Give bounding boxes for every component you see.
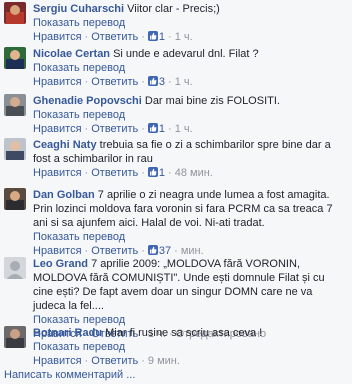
comment-author[interactable]: Dan Golban <box>33 189 95 201</box>
comment: Dan Golban 7 aprilie o zi neagra unde lu… <box>0 188 352 257</box>
comment-actions: Нравится · Ответить · 1 · 1 ч. <box>33 31 193 43</box>
comment-actions: Нравится · Ответить · 9 мин. <box>33 355 180 367</box>
avatar-image <box>4 326 26 348</box>
avatar[interactable] <box>4 2 26 24</box>
avatar[interactable] <box>4 257 26 279</box>
thumbs-up-icon <box>147 245 158 255</box>
reply-button[interactable]: Ответить <box>91 31 138 43</box>
avatar-image <box>4 2 26 24</box>
likes-count[interactable]: 1 <box>159 31 165 43</box>
avatar-image <box>4 257 26 279</box>
show-translation-link[interactable]: Показать перевод <box>33 108 346 122</box>
reply-button[interactable]: Ответить <box>91 123 138 135</box>
comment-author[interactable]: Botnari Radu <box>33 327 102 339</box>
comment: Nicolae Certan Si unde e adevarul dnl. F… <box>0 47 352 89</box>
reply-button[interactable]: Ответить <box>91 245 138 257</box>
reply-button[interactable]: Ответить <box>91 167 138 179</box>
like-button[interactable]: Нравится <box>33 31 82 43</box>
thumbs-up-icon <box>147 167 158 177</box>
avatar[interactable] <box>4 138 26 160</box>
comment-actions: Нравится · Ответить · 1 · 48 мин. <box>33 167 213 179</box>
comment-body: Dan Golban 7 aprilie o zi neagra unde lu… <box>33 188 346 258</box>
avatar-image <box>4 138 26 160</box>
comment-text: Miar fi rusine sa scriu asa ceva ! <box>105 327 263 339</box>
thumbs-up-icon <box>147 31 158 41</box>
avatar-image <box>4 94 26 116</box>
comment-body: Ceaghi Naty trebuia sa fie o zi a schimb… <box>33 138 346 180</box>
comment-author[interactable]: Nicolae Certan <box>33 48 110 60</box>
comment-body: Sergiu Cuharschi Viitor clar - Precis;) … <box>33 2 346 44</box>
comment: Ceaghi Naty trebuia sa fie o zi a schimb… <box>0 138 352 182</box>
comment-time[interactable]: 1 ч. <box>175 76 193 88</box>
likes-count[interactable]: 1 <box>159 123 165 135</box>
likes-count[interactable]: 3 <box>159 76 165 88</box>
comment-time[interactable]: мин. <box>181 245 204 257</box>
comment-author[interactable]: Ghenadie Popovschi <box>33 95 142 107</box>
show-translation-link[interactable]: Показать перевод <box>33 16 346 30</box>
reply-button[interactable]: Ответить <box>91 355 138 367</box>
likes-count[interactable]: 1 <box>159 167 165 179</box>
comments-section: Sergiu Cuharschi Viitor clar - Precis;) … <box>0 0 352 384</box>
comment-body: Botnari Radu Miar fi rusine sa scriu asa… <box>33 326 346 368</box>
comment-author[interactable]: Leo Grand <box>33 258 88 270</box>
comment-actions: Нравится · Ответить · 1 · 1 ч. <box>33 123 193 135</box>
comment: Ghenadie Popovschi Dar mai bine zis FOLO… <box>0 94 352 136</box>
avatar-image <box>4 47 26 69</box>
comment-body: Ghenadie Popovschi Dar mai bine zis FOLO… <box>33 94 346 136</box>
like-button[interactable]: Нравится <box>33 245 82 257</box>
show-translation-link[interactable]: Показать перевод <box>33 230 346 244</box>
thumbs-up-icon <box>147 76 158 86</box>
comment-time[interactable]: 9 мин. <box>148 355 180 367</box>
comment-time[interactable]: 1 ч. <box>175 31 193 43</box>
comment: Botnari Radu Miar fi rusine sa scriu asa… <box>0 326 352 368</box>
show-translation-link[interactable]: Показать перевод <box>33 61 346 75</box>
thumbs-up-icon <box>147 123 158 133</box>
like-button[interactable]: Нравится <box>33 76 82 88</box>
comment: Leo Grand 7 aprilie 2009: „MOLDOVA fără … <box>0 257 352 340</box>
comment-text: Si unde e adevarul dnl. Filat ? <box>113 48 259 60</box>
comment-actions: Нравится · Ответить · 3 · 1 ч. <box>33 76 193 88</box>
comment-text: Dar mai bine zis FOLOSITI. <box>144 95 280 107</box>
comment-text: Viitor clar - Precis;) <box>127 3 220 15</box>
comment-author[interactable]: Ceaghi Naty <box>33 139 97 151</box>
avatar[interactable] <box>4 94 26 116</box>
avatar[interactable] <box>4 326 26 348</box>
comment-author[interactable]: Sergiu Cuharschi <box>33 3 124 15</box>
write-comment-link[interactable]: Написать комментарий ... <box>4 369 135 381</box>
like-button[interactable]: Нравится <box>33 167 82 179</box>
comment: Sergiu Cuharschi Viitor clar - Precis;) … <box>0 2 352 43</box>
avatar[interactable] <box>4 47 26 69</box>
likes-count[interactable]: 37 <box>159 245 171 257</box>
like-button[interactable]: Нравится <box>33 355 82 367</box>
avatar[interactable] <box>4 188 26 210</box>
show-translation-link[interactable]: Показать перевод <box>33 313 346 327</box>
comment-actions: Нравится · Ответить · 37 · мин. <box>33 245 204 257</box>
avatar-image <box>4 188 26 210</box>
comment-body: Nicolae Certan Si unde e adevarul dnl. F… <box>33 47 346 89</box>
like-button[interactable]: Нравится <box>33 123 82 135</box>
comment-time[interactable]: 1 ч. <box>175 123 193 135</box>
show-translation-link[interactable]: Показать перевод <box>33 340 346 354</box>
reply-button[interactable]: Ответить <box>91 76 138 88</box>
comment-time[interactable]: 48 мин. <box>175 167 213 179</box>
